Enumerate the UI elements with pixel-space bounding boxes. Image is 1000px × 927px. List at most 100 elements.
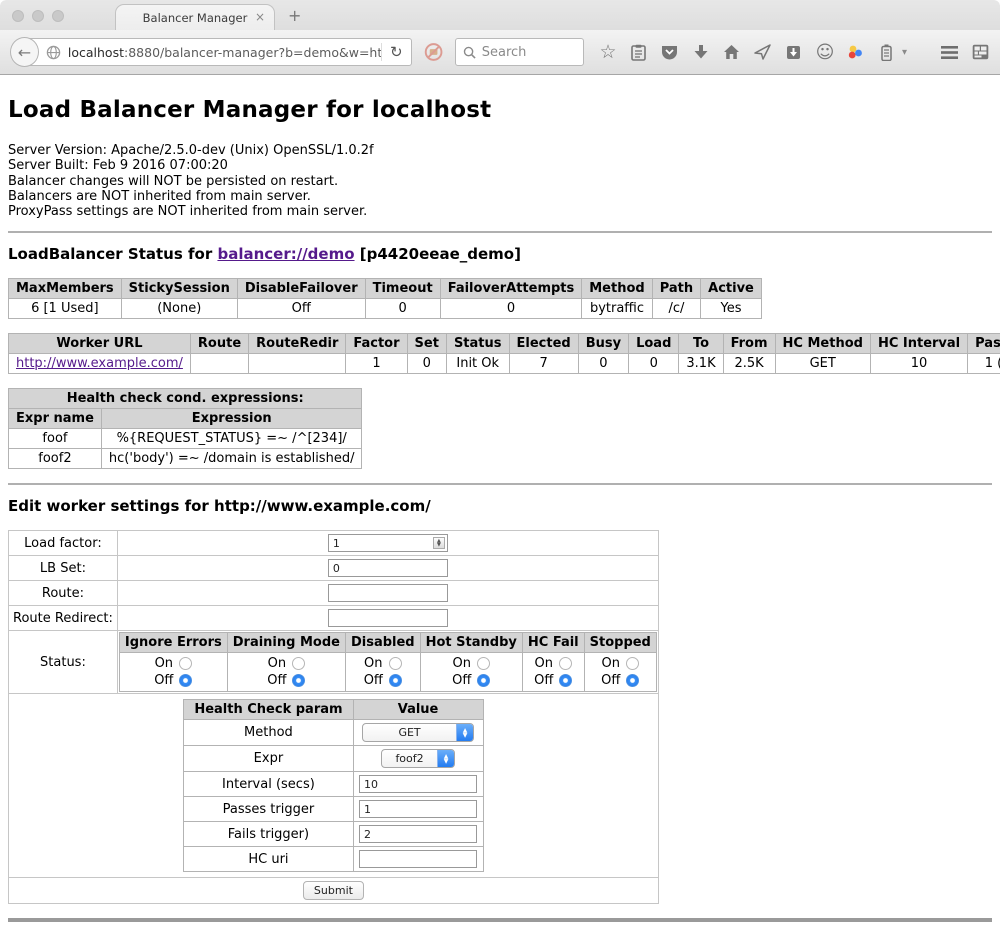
stopped-off-radio[interactable] <box>626 674 639 687</box>
browser-window: Balancer Manager × + ← localhost:8880/ba… <box>0 0 1000 927</box>
disabled-options: On Off <box>345 653 420 692</box>
menu-hamburger-icon[interactable] <box>939 42 959 62</box>
hc-interval-input[interactable] <box>359 775 477 793</box>
worker-url-link[interactable]: http://www.example.com/ <box>16 356 183 371</box>
lb-set-input[interactable] <box>328 559 448 577</box>
hc-passes-input[interactable] <box>359 800 477 818</box>
navigation-toolbar: ← localhost:8880/balancer-manager?b=demo… <box>0 30 1000 75</box>
downloads-icon[interactable] <box>691 42 711 62</box>
spinner-stepper-icon[interactable]: ▲▼ <box>433 537 445 549</box>
hc-fail-on-radio[interactable] <box>559 657 572 670</box>
stopped-options: On Off <box>584 653 656 692</box>
col-method: Method <box>582 279 652 299</box>
hot-standby-on-radio[interactable] <box>477 657 490 670</box>
inherit-notice-line: Balancers are NOT inherited from main se… <box>8 189 992 204</box>
load-factor-row: Load factor: ▲▼ <box>9 531 659 556</box>
load-factor-label: Load factor: <box>9 531 118 556</box>
tab-balancer-manager[interactable]: Balancer Manager × <box>115 4 275 30</box>
route-input[interactable] <box>328 584 448 602</box>
save-panel-icon[interactable] <box>784 42 804 62</box>
hc-method-label: Method <box>184 720 353 746</box>
status-options-table: Ignore Errors Draining Mode Disabled Hot… <box>119 632 657 692</box>
col-hc-interval: HC Interval <box>870 334 967 354</box>
draining-mode-on-radio[interactable] <box>292 657 305 670</box>
col-hc-fail: HC Fail <box>522 633 584 653</box>
col-failoverattempts: FailoverAttempts <box>440 279 582 299</box>
smiley-feedback-icon[interactable]: ☺ <box>815 42 835 62</box>
col-active: Active <box>701 279 762 299</box>
search-box[interactable] <box>455 38 584 66</box>
cell-expr-name: foof2 <box>9 449 102 469</box>
col-hc-value: Value <box>353 700 483 720</box>
submit-button[interactable]: Submit <box>303 881 364 900</box>
window-controls[interactable] <box>12 10 64 22</box>
server-info: Server Version: Apache/2.5.0-dev (Unix) … <box>8 143 992 219</box>
zoom-window-button[interactable] <box>52 10 64 22</box>
cell-hc-method: GET <box>775 354 870 374</box>
hc-method-select[interactable]: GET ▲▼ <box>362 723 474 742</box>
stopped-on-radio[interactable] <box>626 657 639 670</box>
hc-fail-off-radio[interactable] <box>559 674 572 687</box>
hc-fails-input[interactable] <box>359 825 477 843</box>
block-plugin-icon[interactable] <box>424 42 443 62</box>
col-draining-mode: Draining Mode <box>227 633 345 653</box>
hc-uri-row: HC uri <box>184 847 483 872</box>
on-label: On <box>155 655 173 672</box>
hc-expr-select[interactable]: foof2 ▲▼ <box>381 749 455 768</box>
reader-clipboard-icon[interactable] <box>629 42 649 62</box>
cell-stickysession: (None) <box>121 299 237 319</box>
persist-notice-line: Balancer changes will NOT be persisted o… <box>8 174 992 189</box>
hc-expr-label: Expr <box>184 746 353 772</box>
battery-extension-icon[interactable] <box>877 42 897 62</box>
bookmark-star-icon[interactable]: ☆ <box>598 42 618 62</box>
cell-failoverattempts: 0 <box>440 299 582 319</box>
pocket-icon[interactable] <box>660 42 680 62</box>
ignore-errors-on-radio[interactable] <box>179 657 192 670</box>
home-icon[interactable] <box>722 42 742 62</box>
on-label: On <box>364 655 382 672</box>
url-text[interactable]: localhost:8880/balancer-manager?b=demo&w… <box>68 45 381 60</box>
status-heading-prefix: LoadBalancer Status for <box>8 245 217 263</box>
back-button[interactable]: ← <box>10 37 39 67</box>
hc-expr-selected-value: foof2 <box>382 752 437 765</box>
tab-close-icon[interactable]: × <box>255 10 265 24</box>
hc-method-selected-value: GET <box>363 726 456 739</box>
disabled-off-radio[interactable] <box>389 674 402 687</box>
divider <box>8 483 992 485</box>
loadbalancer-status-heading: LoadBalancer Status for balancer://demo … <box>8 245 992 263</box>
balancer-demo-link[interactable]: balancer://demo <box>217 245 354 263</box>
hc-expr-row: Expr foof2 ▲▼ <box>184 746 483 772</box>
colored-dots-extension-icon[interactable] <box>846 42 866 62</box>
search-input[interactable] <box>482 45 572 60</box>
hc-interval-label: Interval (secs) <box>184 772 353 797</box>
close-window-button[interactable] <box>12 10 24 22</box>
ignore-errors-off-radio[interactable] <box>179 674 192 687</box>
tile-grid-icon[interactable] <box>970 42 990 62</box>
col-from: From <box>723 334 775 354</box>
page-content: Load Balancer Manager for localhost Serv… <box>0 75 1000 926</box>
url-bar[interactable]: localhost:8880/balancer-manager?b=demo&w… <box>27 38 412 66</box>
cell-method: bytraffic <box>582 299 652 319</box>
new-tab-button[interactable]: + <box>288 6 301 25</box>
route-redirect-input[interactable] <box>328 609 448 627</box>
draining-mode-off-radio[interactable] <box>292 674 305 687</box>
cell-busy: 0 <box>578 354 628 374</box>
off-label: Off <box>267 672 286 689</box>
hc-uri-input[interactable] <box>359 850 477 868</box>
hot-standby-off-radio[interactable] <box>477 674 490 687</box>
minimize-window-button[interactable] <box>32 10 44 22</box>
col-load: Load <box>629 334 679 354</box>
on-label: On <box>453 655 471 672</box>
route-redirect-label: Route Redirect: <box>9 606 118 631</box>
send-share-icon[interactable] <box>753 42 773 62</box>
col-set: Set <box>407 334 446 354</box>
overflow-caret-icon[interactable]: ▾ <box>902 47 907 58</box>
col-path: Path <box>652 279 700 299</box>
disabled-on-radio[interactable] <box>389 657 402 670</box>
load-factor-input[interactable] <box>328 534 448 552</box>
hc-passes-label: Passes trigger <box>184 797 353 822</box>
proxypass-notice-line: ProxyPass settings are NOT inherited fro… <box>8 204 992 219</box>
cell-path: /c/ <box>652 299 700 319</box>
reload-icon[interactable]: ↻ <box>381 43 411 61</box>
edit-worker-form: Load factor: ▲▼ LB Set: Route: Route Red… <box>8 530 659 904</box>
